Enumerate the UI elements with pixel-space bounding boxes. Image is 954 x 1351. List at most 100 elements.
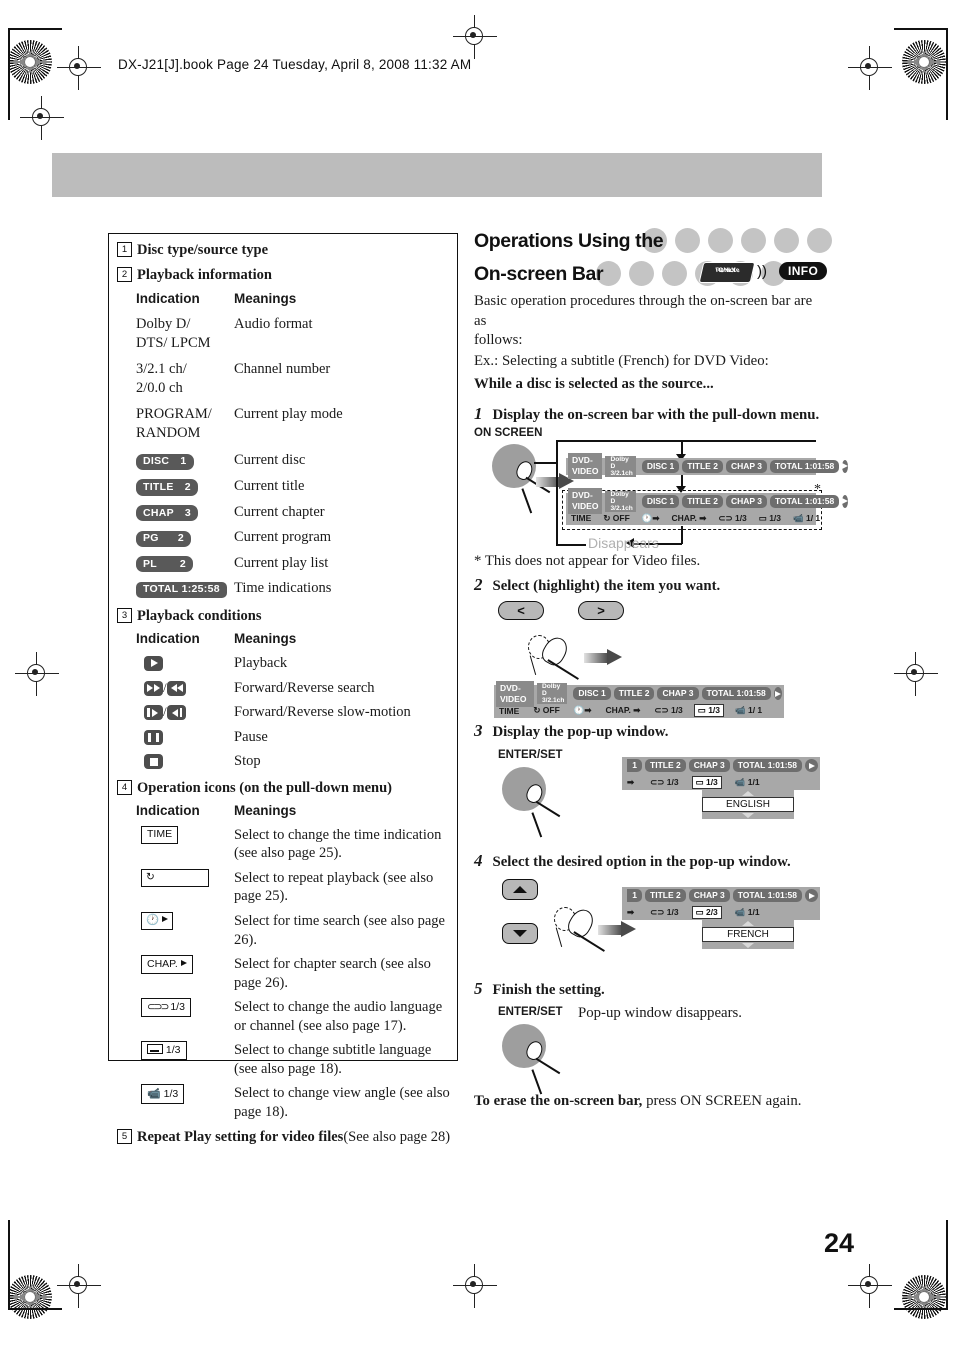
table-row-indication: CHAP 3 bbox=[136, 503, 224, 522]
table-row-indication: PROGRAM/RANDOM bbox=[136, 406, 212, 441]
table-row-meaning: Current play list bbox=[234, 554, 329, 571]
popup-window-step4: FRENCH bbox=[702, 920, 794, 950]
slow-reverse-icon bbox=[166, 705, 186, 721]
menu-subtitle-item-highlighted[interactable]: ▭ 1/3 bbox=[693, 704, 725, 718]
osd-bar-step2: DVD-VIDEO Dolby D 3/2.1ch DISC 1 TITLE 2… bbox=[494, 680, 784, 719]
table-row-meaning: Playback bbox=[234, 655, 288, 672]
menu-chapter-search-arrow[interactable]: ➡ bbox=[624, 906, 637, 919]
audio-language-icon: ⊂⊃⊃ 1/3 bbox=[141, 998, 191, 1017]
menu-repeat-item[interactable]: ↻ OFF bbox=[600, 512, 632, 525]
reg-mark-mb bbox=[453, 1264, 497, 1308]
enter-set-button-label: ENTER/SET bbox=[498, 1006, 563, 1019]
repeat-icon: ↻ bbox=[141, 869, 209, 887]
decorative-dots-row-1 bbox=[642, 228, 832, 253]
table-row-meaning: Current chapter bbox=[234, 503, 325, 520]
menu-subtitle-item-highlighted[interactable]: ▭ 2/3 bbox=[691, 906, 722, 920]
table-row-meaning: Select to change view angle (see also pa… bbox=[234, 1085, 450, 1120]
popup-scroll-down-icon[interactable] bbox=[742, 813, 754, 819]
page-title-line2: On-screen Bar bbox=[474, 263, 604, 285]
section-title-3: Playback conditions bbox=[137, 608, 262, 625]
chapter-search-icon: CHAP. bbox=[141, 955, 193, 974]
popup-value-step4[interactable]: FRENCH bbox=[702, 927, 794, 943]
col-header-indication-2: Indication bbox=[136, 291, 200, 306]
table-row-indication: TOTAL 1:25:58 bbox=[136, 579, 227, 599]
section-heading-block: Operations Using the On-screen Bar Remot… bbox=[474, 228, 832, 288]
popup-scroll-up-icon[interactable] bbox=[742, 921, 754, 927]
col-header-indication-3: Indication bbox=[136, 631, 200, 647]
osd-time-cell: TOTAL 1:01:58 bbox=[732, 889, 802, 903]
menu-subtitle-item-highlighted[interactable]: ▭ 1/3 bbox=[691, 776, 722, 790]
reg-mark-mt bbox=[453, 15, 497, 59]
menu-subtitle-item[interactable]: ▭ 1/3 bbox=[756, 512, 784, 525]
menu-audio-item[interactable]: ⊂⊃ 1/3 bbox=[651, 704, 685, 717]
section-number-3: 3 bbox=[117, 608, 132, 624]
menu-angle-item[interactable]: 📹 1/1 bbox=[732, 906, 763, 919]
table-row-meaning: Stop bbox=[234, 753, 261, 770]
menu-time-item[interactable]: TIME bbox=[496, 705, 522, 717]
section-number-2: 2 bbox=[117, 267, 132, 282]
reg-mark-tr bbox=[848, 46, 892, 90]
table-row-meaning: Pause bbox=[234, 728, 268, 745]
menu-audio-item[interactable]: ⊂⊃ 1/3 bbox=[715, 512, 749, 525]
enter-set-button-illustration[interactable] bbox=[502, 767, 561, 837]
menu-time-search-item[interactable]: 🕐➡ bbox=[639, 512, 663, 525]
menu-time-search-item[interactable]: 🕐➡ bbox=[571, 704, 595, 717]
on-screen-button-illustration[interactable] bbox=[492, 443, 551, 514]
menu-chapter-search-arrow[interactable]: ➡ bbox=[624, 776, 637, 789]
osd-play-status-icon bbox=[773, 687, 782, 701]
osd-play-status-icon bbox=[805, 759, 818, 773]
step-3-text: Display the pop-up window. bbox=[492, 724, 669, 741]
menu-audio-item[interactable]: ⊂⊃ 1/3 bbox=[647, 906, 681, 919]
osd-source-label: DVD-VIDEO bbox=[496, 680, 534, 707]
menu-angle-item[interactable]: 📹 1/ 1 bbox=[732, 704, 765, 717]
osd-title-cell: TITLE 2 bbox=[613, 687, 655, 701]
page-title-line1: Operations Using the bbox=[474, 230, 664, 252]
fast-forward-icon bbox=[144, 680, 163, 696]
osd-bar-step4: 1 TITLE 2 CHAP 3 TOTAL 1:01:58 ➡ ⊂⊃ 1/3 … bbox=[622, 887, 820, 921]
step-2-diagram: < > DVD-VIDEO Dolby D 3/2.1ch DISC 1 TIT… bbox=[474, 601, 822, 719]
popup-value-step3[interactable]: ENGLISH bbox=[702, 797, 794, 813]
table-row-meaning: Audio format bbox=[234, 316, 313, 332]
step-3-number: 3 bbox=[474, 721, 483, 741]
table-row-meaning: Time indications bbox=[234, 580, 332, 597]
osd-audio-format: Dolby D bbox=[610, 490, 629, 505]
menu-angle-item[interactable]: 📹 1/1 bbox=[732, 776, 763, 789]
pause-icon bbox=[144, 729, 163, 745]
table-row-meaning: Select to change the audio language or c… bbox=[234, 999, 443, 1034]
time-icon: TIME bbox=[141, 825, 179, 845]
osd-disc-cell: DISC 1 bbox=[641, 459, 680, 473]
table-row-meaning: Select for time search (see also page 26… bbox=[234, 912, 445, 948]
osd-disc-cell: DISC 1 bbox=[641, 494, 680, 508]
menu-chapter-search-item[interactable]: CHAP. ➡ bbox=[669, 512, 710, 525]
stop-icon bbox=[144, 754, 163, 770]
right-arrow-key[interactable]: > bbox=[578, 601, 624, 621]
crop-corner-bottom-right bbox=[894, 1220, 948, 1310]
menu-repeat-item[interactable]: ↻ OFF bbox=[530, 704, 562, 717]
menu-angle-item[interactable]: 📹 1/ 1 bbox=[790, 512, 823, 525]
program-pill: PG 2 bbox=[136, 530, 191, 547]
menu-chapter-search-item[interactable]: CHAP. ➡ bbox=[603, 704, 644, 717]
col-header-meanings-4: Meanings bbox=[234, 802, 297, 818]
step-1-text: Display the on-screen bar with the pull-… bbox=[492, 406, 820, 423]
flow-line-left bbox=[556, 439, 558, 546]
flow-line-bottom bbox=[556, 543, 586, 546]
table-row-meaning: Current disc bbox=[234, 452, 306, 469]
section-number-4: 4 bbox=[117, 779, 132, 795]
left-arrow-key[interactable]: < bbox=[498, 601, 544, 621]
menu-time-item[interactable]: TIME bbox=[568, 512, 594, 524]
popup-scroll-up-icon[interactable] bbox=[742, 791, 754, 797]
step-1-heading: 1 Display the on-screen bar with the pul… bbox=[474, 404, 822, 424]
up-arrow-key[interactable] bbox=[502, 879, 538, 901]
popup-scroll-down-icon[interactable] bbox=[742, 943, 754, 949]
osd-title-cell: TITLE 2 bbox=[645, 759, 686, 773]
step-2-text: Select (highlight) the item you want. bbox=[492, 578, 721, 595]
down-arrow-key[interactable] bbox=[502, 923, 538, 945]
table-row-meaning: Current program bbox=[234, 529, 332, 546]
enter-set-button-illustration[interactable] bbox=[502, 1024, 561, 1094]
osd-title-cell: TITLE 2 bbox=[682, 459, 723, 473]
closing-rest: press ON SCREEN again. bbox=[642, 1093, 802, 1110]
table-row-meaning: Current play mode bbox=[234, 406, 343, 423]
menu-audio-item[interactable]: ⊂⊃ 1/3 bbox=[647, 776, 681, 789]
osd-source-label: DVD-VIDEO bbox=[568, 453, 603, 480]
page-number: 24 bbox=[823, 1228, 854, 1258]
